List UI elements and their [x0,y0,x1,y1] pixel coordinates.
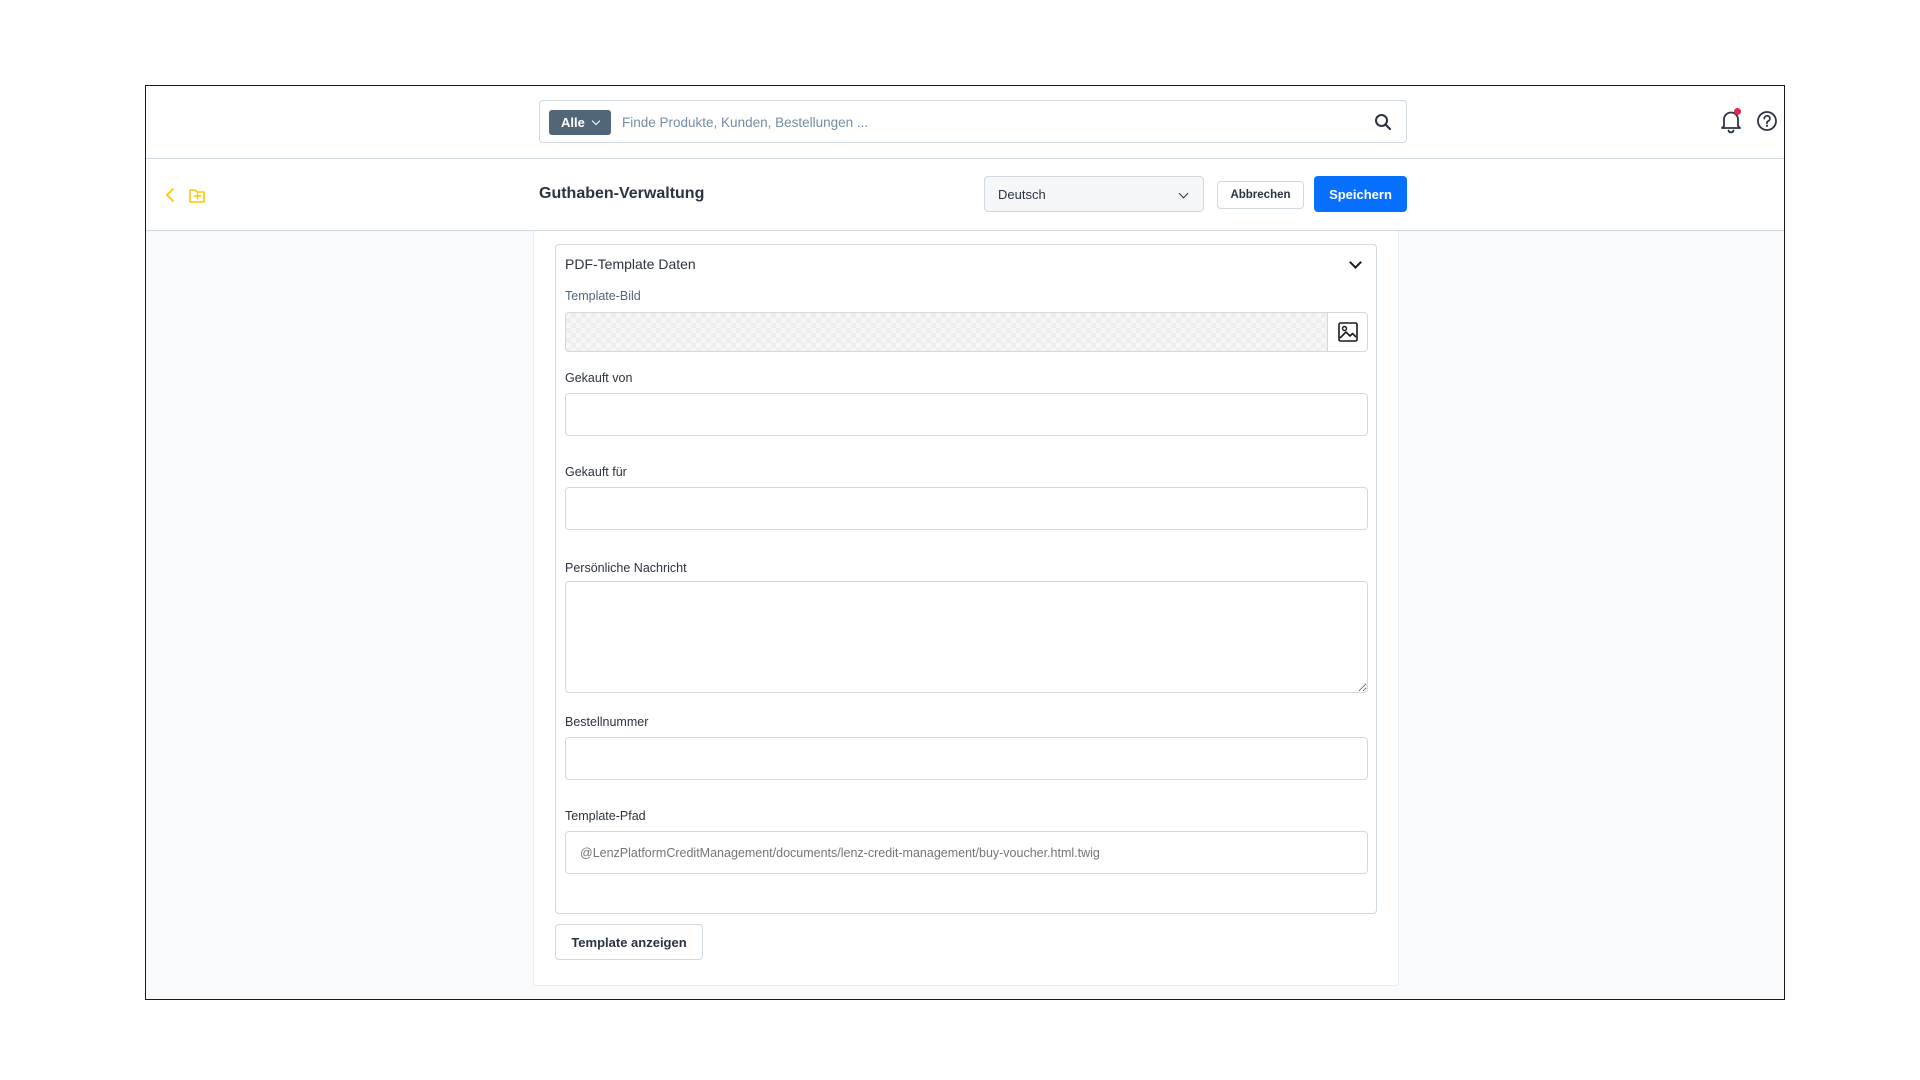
save-button[interactable]: Speichern [1314,176,1407,212]
detail-card: PDF-Template Daten Template-Bild Gekauft… [533,231,1399,986]
bought-for-input[interactable] [565,487,1368,530]
cancel-button[interactable]: Abbrechen [1217,181,1304,209]
language-select[interactable]: Deutsch [984,176,1204,212]
bought-for-label: Gekauft für [565,465,627,479]
search-icon[interactable] [1374,113,1392,131]
search-scope-label: Alle [561,115,585,130]
bought-by-input[interactable] [565,393,1368,436]
bought-by-label: Gekauft von [565,371,633,385]
select-image-button[interactable] [1327,313,1367,351]
section-title: PDF-Template Daten [565,256,696,272]
show-template-button[interactable]: Template anzeigen [555,924,703,960]
page-title: Guthaben-Verwaltung [539,185,705,202]
personal-message-label: Persönliche Nachricht [565,561,687,575]
search-scope-dropdown[interactable]: Alle [549,110,611,135]
order-number-input[interactable] [565,737,1368,780]
template-image-label: Template-Bild [565,289,641,303]
folder-icon[interactable] [188,185,206,205]
template-image-upload[interactable] [565,312,1368,352]
chevron-down-icon [1178,188,1189,199]
back-arrow-icon[interactable] [162,185,180,205]
search-input[interactable] [622,110,1322,135]
pdf-template-section: PDF-Template Daten Template-Bild Gekauft… [555,244,1377,914]
language-select-value: Deutsch [998,186,1046,202]
admin-window: Alle Finde Produkte, Kunden, Bestellunge… [145,85,1785,1000]
global-search: Alle [539,100,1407,143]
top-bar: Alle [146,86,1784,159]
notifications-button[interactable] [1718,108,1744,134]
image-icon [1337,322,1358,342]
personal-message-textarea[interactable] [565,581,1368,693]
collapse-chevron-icon[interactable] [1349,258,1361,270]
smart-bar: Guthaben-Verwaltung Deutsch Abbrechen Sp… [146,159,1784,231]
template-path-input[interactable] [565,831,1368,874]
order-number-label: Bestellnummer [565,715,649,729]
notification-badge [1734,108,1741,115]
help-icon[interactable] [1756,110,1778,132]
content-area: PDF-Template Daten Template-Bild Gekauft… [146,231,1784,999]
chevron-down-icon [591,116,601,126]
template-path-label: Template-Pfad [565,809,646,823]
